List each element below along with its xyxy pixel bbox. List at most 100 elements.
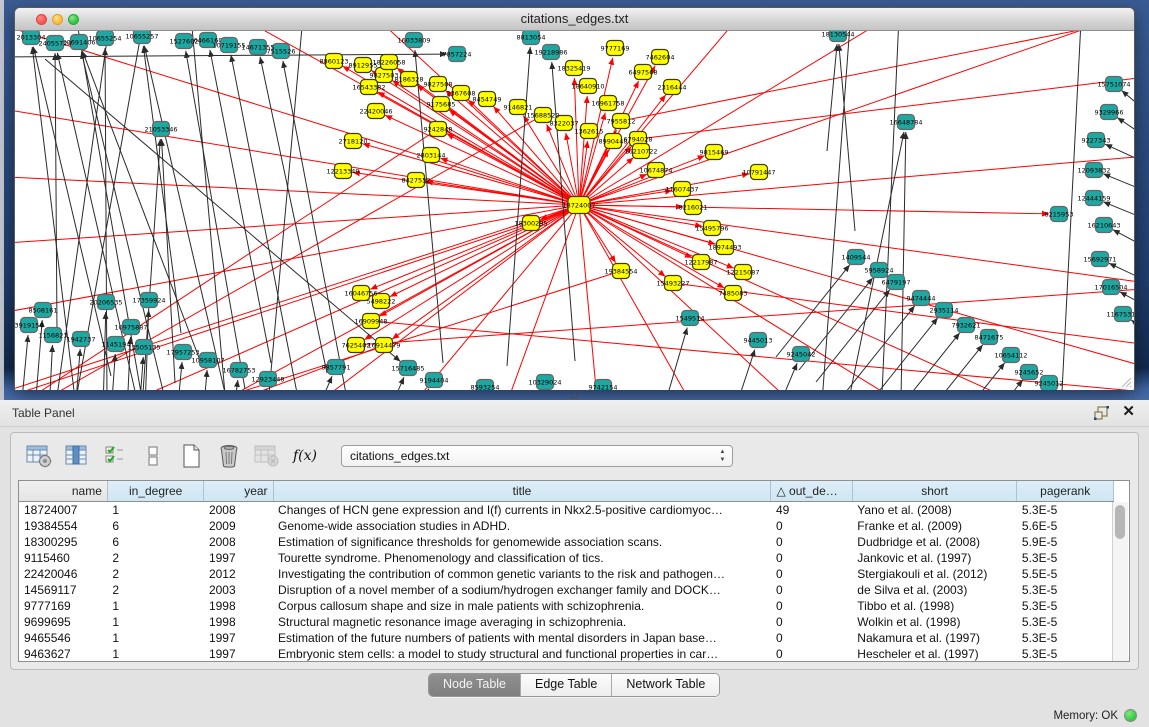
tab-node-table[interactable]: Node Table — [429, 674, 521, 696]
table-cell[interactable]: 1 — [107, 630, 204, 646]
graph-node[interactable]: 18974493 — [708, 240, 741, 255]
graph-node[interactable]: 18130544 — [821, 31, 854, 42]
table-cell[interactable]: 5.3E-5 — [1017, 550, 1114, 566]
table-cell[interactable]: Changes of HCN gene expression and I(f) … — [273, 501, 771, 518]
table-row[interactable]: 1938455462009Genome-wide association stu… — [19, 518, 1114, 534]
graph-node[interactable]: 21053346 — [144, 122, 177, 137]
table-cell[interactable]: Stergiakouli et al. (2012) — [852, 566, 1017, 582]
table-cell[interactable]: Corpus callosum shape and size in male p… — [273, 598, 771, 614]
table-cell[interactable]: 5.5E-5 — [1017, 566, 1114, 582]
table-cell[interactable]: 6 — [107, 518, 204, 534]
resize-grip-icon[interactable] — [1118, 374, 1132, 388]
table-cell[interactable]: 1 — [107, 614, 204, 630]
graph-node[interactable]: 9815469 — [700, 145, 729, 160]
graph-node[interactable]: 19218986 — [534, 45, 567, 60]
table-cell[interactable]: 0 — [771, 646, 852, 662]
graph-node[interactable]: 7462604 — [646, 50, 675, 65]
network-file-select[interactable]: citations_edges.txt ▲▼ — [341, 445, 733, 467]
table-cell[interactable]: 0 — [771, 566, 852, 582]
graph-node[interactable]: 9474444 — [907, 291, 936, 306]
graph-node[interactable]: 9777169 — [601, 41, 630, 56]
column-header-out_de[interactable]: △ out_de… — [771, 481, 852, 501]
table-cell[interactable]: 9699695 — [19, 614, 107, 630]
table-cell[interactable]: 9463627 — [19, 646, 107, 662]
close-panel-icon[interactable]: ✕ — [1122, 404, 1135, 420]
function-builder-icon[interactable]: f(x) — [291, 442, 319, 470]
graph-node[interactable]: 7857224 — [443, 47, 472, 62]
graph-node[interactable]: 8471675 — [975, 330, 1004, 345]
table-cell[interactable]: 1998 — [204, 598, 273, 614]
graph-node[interactable]: 9445013 — [744, 333, 773, 348]
graph-node[interactable]: 8215953 — [1045, 207, 1074, 222]
graph-node[interactable]: 16033809 — [397, 33, 430, 48]
table-row[interactable]: 2242004622012Investigating the contribut… — [19, 566, 1114, 582]
graph-node[interactable]: 19384554 — [604, 264, 637, 279]
column-header-title[interactable]: title — [273, 481, 771, 501]
table-row[interactable]: 977716911998Corpus callosum shape and si… — [19, 598, 1114, 614]
column-header-short[interactable]: short — [852, 481, 1017, 501]
table-cell[interactable]: 1997 — [204, 550, 273, 566]
table-cell[interactable]: Nakamura et al. (1997) — [852, 630, 1017, 646]
graph-node[interactable]: 1942737 — [67, 332, 96, 347]
graph-node[interactable]: 15751074 — [1097, 77, 1130, 92]
graph-node[interactable]: 9194404 — [420, 373, 449, 388]
column-header-in_degree[interactable]: in_degree — [107, 481, 204, 501]
table-cell[interactable]: Dudbridge et al. (2008) — [852, 534, 1017, 550]
table-cell[interactable]: 0 — [771, 534, 852, 550]
graph-node[interactable]: 10791447 — [742, 165, 775, 180]
select-column-icon[interactable] — [63, 442, 91, 470]
graph-node[interactable]: 1409544 — [842, 250, 871, 265]
graph-node[interactable]: 18325419 — [557, 61, 590, 76]
graph-node[interactable]: 9227343 — [1082, 133, 1111, 148]
table-cell[interactable]: 2012 — [204, 566, 273, 582]
tab-edge-table[interactable]: Edge Table — [521, 674, 612, 696]
table-cell[interactable]: 0 — [771, 518, 852, 534]
table-cell[interactable]: 5.3E-5 — [1017, 501, 1114, 518]
graph-node[interactable]: 7955812 — [607, 114, 636, 129]
graph-node[interactable]: 15495796 — [695, 221, 728, 236]
graph-node[interactable]: 8508161 — [29, 303, 58, 318]
table-cell[interactable]: Embryonic stem cells: a model to study s… — [273, 646, 771, 662]
rows-icon[interactable] — [139, 442, 167, 470]
table-cell[interactable]: 2003 — [204, 582, 273, 598]
table-row[interactable]: 946554611997Estimation of the future num… — [19, 630, 1114, 646]
table-cell[interactable]: 5.3E-5 — [1017, 598, 1114, 614]
graph-node[interactable]: 8454749 — [473, 92, 502, 107]
table-cell[interactable]: Wolkin et al. (1998) — [852, 614, 1017, 630]
table-row[interactable]: 1872400712008Changes of HCN gene express… — [19, 501, 1114, 518]
table-cell[interactable]: 0 — [771, 614, 852, 630]
scrollbar-thumb[interactable] — [1115, 505, 1125, 539]
graph-node[interactable]: 10329024 — [528, 375, 561, 390]
network-canvas[interactable]: 1145194115682313626151409544152760215495… — [15, 31, 1134, 390]
table-cell[interactable]: 5.3E-5 — [1017, 646, 1114, 662]
table-cell[interactable]: 1997 — [204, 630, 273, 646]
window-titlebar[interactable]: citations_edges.txt — [15, 8, 1134, 31]
table-cell[interactable]: 2009 — [204, 518, 273, 534]
table-cell[interactable]: 0 — [771, 630, 852, 646]
table-cell[interactable]: Tibbo et al. (1998) — [852, 598, 1017, 614]
graph-node[interactable]: 1145194 — [102, 337, 131, 352]
table-cell[interactable]: 2008 — [204, 501, 273, 518]
graph-node[interactable]: 15493227 — [656, 276, 689, 291]
table-cell[interactable]: Jankovic et al. (1997) — [852, 550, 1017, 566]
table-cell[interactable]: 18724007 — [19, 501, 107, 518]
graph-node[interactable]: 2935114 — [930, 303, 959, 318]
table-cell[interactable]: 1 — [107, 501, 204, 518]
column-header-year[interactable]: year — [204, 481, 273, 501]
table-row[interactable]: 1456911722003Disruption of a novel membe… — [19, 582, 1114, 598]
graph-node[interactable]: 17359924 — [132, 293, 165, 308]
table-cell[interactable]: 6 — [107, 534, 204, 550]
graph-node[interactable]: 7625402 — [342, 338, 371, 353]
table-cell[interactable]: 9115460 — [19, 550, 107, 566]
table-cell[interactable]: 9465546 — [19, 630, 107, 646]
graph-node[interactable]: 9857791 — [322, 360, 351, 375]
graph-node[interactable]: 11675315 — [1106, 307, 1134, 322]
table-cell[interactable]: 5.3E-5 — [1017, 582, 1114, 598]
graph-node[interactable]: 9742154 — [589, 380, 618, 391]
tab-network-table[interactable]: Network Table — [612, 674, 719, 696]
table-cell[interactable]: 2008 — [204, 534, 273, 550]
table-row[interactable]: 1830029562008Estimation of significance … — [19, 534, 1114, 550]
table-cell[interactable]: 0 — [771, 598, 852, 614]
table-cell[interactable]: Structural magnetic resonance image aver… — [273, 614, 771, 630]
table-cell[interactable]: 22420046 — [19, 566, 107, 582]
